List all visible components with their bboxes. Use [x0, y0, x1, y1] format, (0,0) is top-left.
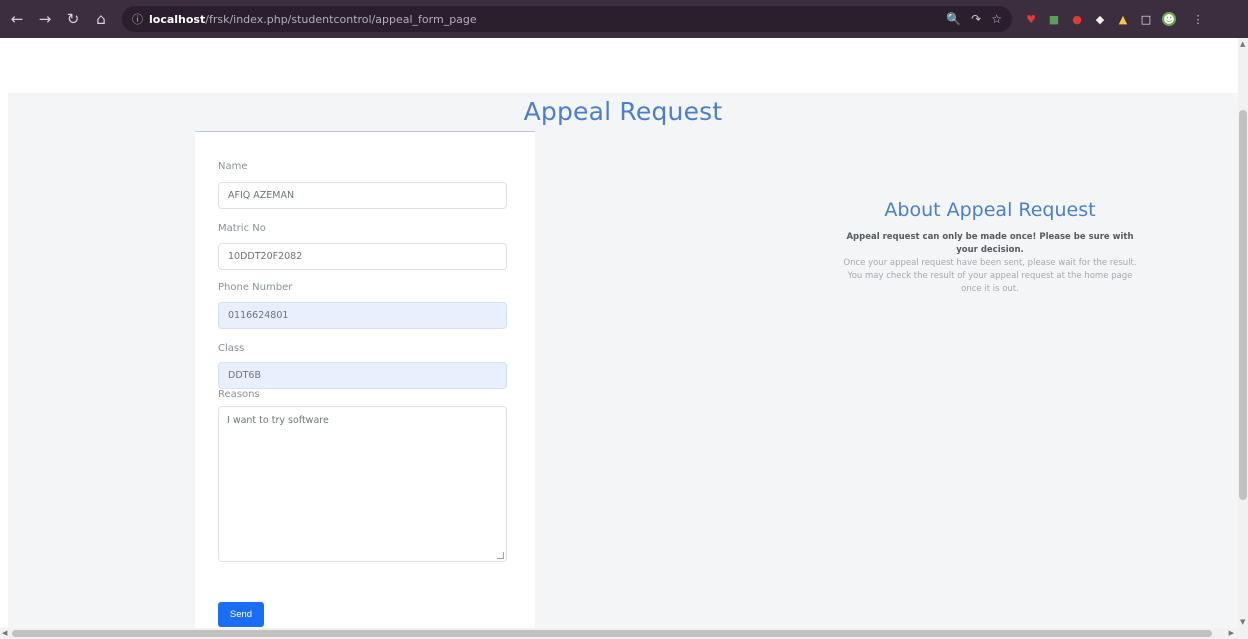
about-heading: About Appeal Request: [884, 199, 1096, 221]
bookmark-star-icon[interactable]: ☆: [991, 12, 1002, 26]
back-icon[interactable]: ←: [6, 8, 28, 30]
vertical-scrollbar[interactable]: ▲ ▼: [1238, 38, 1248, 628]
appeal-page: Appeal Request Name AFIQ AZEMAN Matric N…: [8, 93, 1238, 628]
resize-handle-icon[interactable]: [497, 552, 504, 559]
page-title: Appeal Request: [523, 97, 723, 126]
scroll-right-icon[interactable]: ▶: [1229, 629, 1234, 637]
extensions-bar: ♥ ■ ● ◆ ▲ □ ☻ ⋮: [1024, 12, 1205, 26]
scroll-left-icon[interactable]: ◀: [2, 629, 7, 637]
phone-input[interactable]: 0116624801: [218, 302, 507, 329]
reload-icon[interactable]: ↻: [62, 8, 84, 30]
about-section: About Appeal Request Appeal request can …: [840, 199, 1140, 296]
extension-puzzle-icon[interactable]: ▲: [1116, 12, 1130, 26]
matric-label: Matric No: [218, 223, 266, 234]
phone-label: Phone Number: [218, 282, 293, 293]
menu-kebab-icon[interactable]: ⋮: [1191, 12, 1205, 26]
reasons-textarea[interactable]: I want to try software: [218, 406, 507, 562]
about-warning: Appeal request can only be made once! Pl…: [846, 232, 1134, 255]
address-bar[interactable]: ⓘ localhost /frsk/index.php/studentcontr…: [122, 6, 1012, 32]
info-icon[interactable]: ⓘ: [132, 11, 143, 27]
share-icon[interactable]: ↷: [971, 12, 981, 26]
forward-icon[interactable]: →: [34, 8, 56, 30]
profile-avatar[interactable]: ☻: [1162, 12, 1176, 26]
extension-shield-white-icon[interactable]: ◆: [1093, 12, 1107, 26]
extension-shield-icon[interactable]: ♥: [1024, 12, 1038, 26]
zoom-icon[interactable]: 🔍: [946, 12, 961, 26]
url-path: /frsk/index.php/studentcontrol/appeal_fo…: [205, 12, 477, 26]
appeal-form: Name AFIQ AZEMAN Matric No 10DDT20F2082 …: [195, 131, 535, 628]
vertical-scroll-thumb[interactable]: [1239, 110, 1247, 500]
class-input[interactable]: DDT6B: [218, 362, 507, 389]
reasons-label: Reasons: [218, 389, 260, 400]
page-viewport: Appeal Request Name AFIQ AZEMAN Matric N…: [0, 38, 1238, 628]
scroll-up-icon[interactable]: ▲: [1240, 40, 1245, 48]
reasons-text: I want to try software: [227, 415, 329, 426]
send-button[interactable]: Send: [218, 602, 264, 627]
extension-green-icon[interactable]: ■: [1047, 12, 1061, 26]
url-host: localhost: [149, 12, 206, 26]
scroll-down-icon[interactable]: ▼: [1240, 618, 1245, 626]
horizontal-scroll-thumb[interactable]: [12, 630, 1212, 637]
home-icon[interactable]: ⌂: [90, 8, 112, 30]
class-label: Class: [218, 343, 245, 354]
tab-search-icon[interactable]: □: [1139, 12, 1153, 26]
extension-pin-icon[interactable]: ●: [1070, 12, 1084, 26]
about-body: Once your appeal request have been sent,…: [843, 258, 1137, 294]
name-input[interactable]: AFIQ AZEMAN: [218, 182, 507, 209]
browser-toolbar: ← → ↻ ⌂ ⓘ localhost /frsk/index.php/stud…: [0, 0, 1248, 38]
matric-input[interactable]: 10DDT20F2082: [218, 243, 507, 270]
name-label: Name: [218, 161, 248, 172]
horizontal-scrollbar[interactable]: ◀ ▶: [0, 628, 1248, 639]
